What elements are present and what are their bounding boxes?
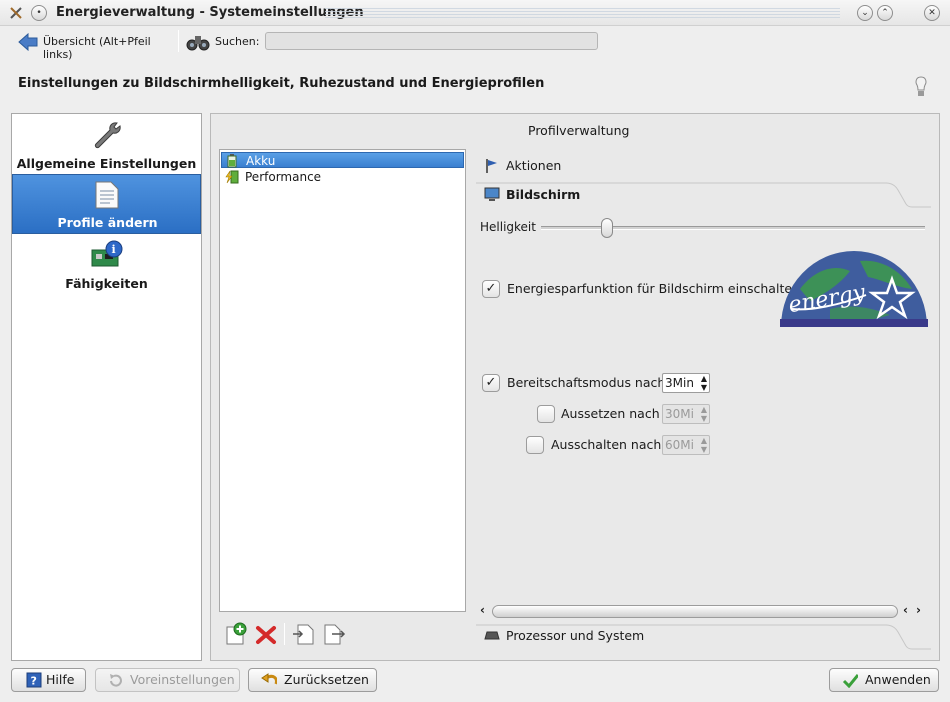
sidebar-item-general[interactable]: Allgemeine Einstellungen	[12, 116, 201, 176]
profile-management-header: Profilverwaltung	[528, 123, 630, 138]
wrench-icon	[94, 122, 121, 149]
sidebar: Allgemeine Einstellungen Profile ändern …	[11, 113, 202, 661]
window-menu-button[interactable]: •	[31, 5, 47, 21]
document-icon	[95, 181, 119, 209]
battery-icon	[227, 154, 237, 168]
poweroff-label[interactable]: Ausschalten nach	[551, 437, 661, 452]
window-title: Energieverwaltung - Systemeinstellungen	[56, 5, 364, 20]
svg-text:i: i	[112, 243, 116, 256]
standby-spinbox[interactable]: 3Min ▲ ▼	[662, 373, 710, 393]
list-item-label: Performance	[245, 170, 322, 184]
arrow-left-icon	[18, 33, 38, 51]
list-item-performance[interactable]: Performance	[221, 169, 464, 185]
suspend-checkbox[interactable]	[537, 405, 555, 423]
tab-actions[interactable]: Aktionen	[476, 153, 931, 179]
chip-icon	[484, 631, 500, 640]
scroll-left-right-icon[interactable]: ‹	[903, 603, 908, 617]
new-profile-button[interactable]	[224, 622, 248, 646]
defaults-button[interactable]: Voreinstellungen	[95, 668, 240, 692]
reset-button-label: Zurücksetzen	[284, 672, 369, 687]
apply-button[interactable]: Anwenden	[829, 668, 939, 692]
checkmark-icon	[842, 674, 858, 688]
help-button[interactable]: ? Hilfe	[11, 668, 86, 692]
search-label: Suchen:	[215, 35, 260, 48]
document-new-icon	[226, 622, 247, 645]
standby-value: 3Min	[665, 376, 694, 390]
lightbulb-icon[interactable]	[913, 75, 929, 99]
tab-display[interactable]: Bildschirm	[476, 182, 931, 208]
suspend-value: 30Mi	[665, 407, 694, 421]
help-button-label: Hilfe	[46, 672, 75, 687]
spin-arrows-icon: ▲ ▼	[700, 436, 707, 454]
poweroff-spinbox[interactable]: 60Mi ▲ ▼	[662, 435, 710, 455]
standby-checkbox[interactable]: ✓	[482, 374, 500, 392]
brightness-slider-track[interactable]	[541, 226, 925, 230]
power-plug-icon	[225, 170, 239, 184]
tab-processor-label: Prozessor und System	[506, 628, 645, 643]
brightness-label: Helligkeit	[480, 220, 536, 234]
monitor-icon	[484, 187, 500, 201]
poweroff-checkbox[interactable]	[526, 436, 544, 454]
back-button-label: Übersicht (Alt+Pfeil links)	[43, 35, 151, 61]
sidebar-item-label: Allgemeine Einstellungen	[16, 156, 197, 171]
sidebar-item-capabilities[interactable]: i Fähigkeiten	[12, 236, 201, 296]
reset-button[interactable]: Zurücksetzen	[248, 668, 377, 692]
toolbar-separator	[178, 30, 179, 52]
export-profile-button[interactable]	[322, 622, 346, 646]
close-button[interactable]: ✕	[924, 5, 940, 21]
minimize-button[interactable]: ⌄	[857, 5, 873, 21]
help-icon: ?	[26, 672, 42, 688]
list-toolbar-separator	[284, 623, 285, 645]
list-item-akku[interactable]: Akku	[221, 152, 464, 168]
flag-icon	[486, 159, 497, 173]
restore-defaults-icon	[110, 674, 122, 687]
delete-icon	[256, 626, 276, 644]
energy-star-logo: energy	[780, 251, 928, 327]
scroll-right-icon[interactable]: ›	[916, 603, 921, 617]
title-bar: • Energieverwaltung - Systemeinstellunge…	[0, 0, 950, 26]
title-decoration	[325, 8, 840, 18]
scroll-left-icon[interactable]: ‹	[480, 603, 485, 617]
hardware-info-icon: i	[91, 240, 123, 267]
brightness-slider-handle[interactable]	[600, 218, 613, 238]
binoculars-icon	[186, 36, 210, 51]
defaults-button-label: Voreinstellungen	[130, 672, 235, 687]
energy-saving-checkbox[interactable]: ✓	[482, 280, 500, 298]
list-item-label: Akku	[246, 154, 276, 168]
spin-arrows-icon: ▲ ▼	[700, 405, 707, 423]
sidebar-item-profiles[interactable]: Profile ändern	[12, 174, 201, 234]
spin-arrows-icon[interactable]: ▲ ▼	[701, 374, 707, 392]
poweroff-value: 60Mi	[665, 438, 694, 452]
tab-processor[interactable]: Prozessor und System	[476, 624, 931, 650]
profile-list[interactable]: Akku Performance	[219, 149, 466, 612]
svg-text:?: ?	[31, 675, 37, 688]
back-button[interactable]: Übersicht (Alt+Pfeil links)	[16, 30, 172, 61]
horizontal-scrollbar[interactable]	[492, 605, 898, 618]
document-export-icon	[324, 624, 346, 645]
energy-saving-label[interactable]: Energiesparfunktion für Bildschirm einsc…	[507, 281, 800, 296]
tab-actions-label: Aktionen	[506, 158, 562, 173]
search-input[interactable]	[265, 32, 598, 50]
sidebar-item-label: Profile ändern	[57, 215, 158, 230]
suspend-spinbox[interactable]: 30Mi ▲ ▼	[662, 404, 710, 424]
undo-icon	[261, 673, 277, 685]
suspend-label[interactable]: Aussetzen nach	[561, 406, 660, 421]
import-profile-button[interactable]	[292, 622, 316, 646]
document-import-icon	[293, 624, 314, 645]
sidebar-item-label: Fähigkeiten	[65, 276, 148, 291]
toolbar: Übersicht (Alt+Pfeil links) Suchen:	[0, 27, 950, 61]
delete-profile-button[interactable]	[254, 622, 278, 646]
page-title: Einstellungen zu Bildschirmhelligkeit, R…	[18, 76, 545, 91]
tab-display-label: Bildschirm	[506, 187, 581, 202]
tools-icon[interactable]	[8, 5, 24, 21]
maximize-button[interactable]: ⌃	[877, 5, 893, 21]
standby-label[interactable]: Bereitschaftsmodus nach	[507, 375, 665, 390]
apply-button-label: Anwenden	[865, 672, 931, 687]
